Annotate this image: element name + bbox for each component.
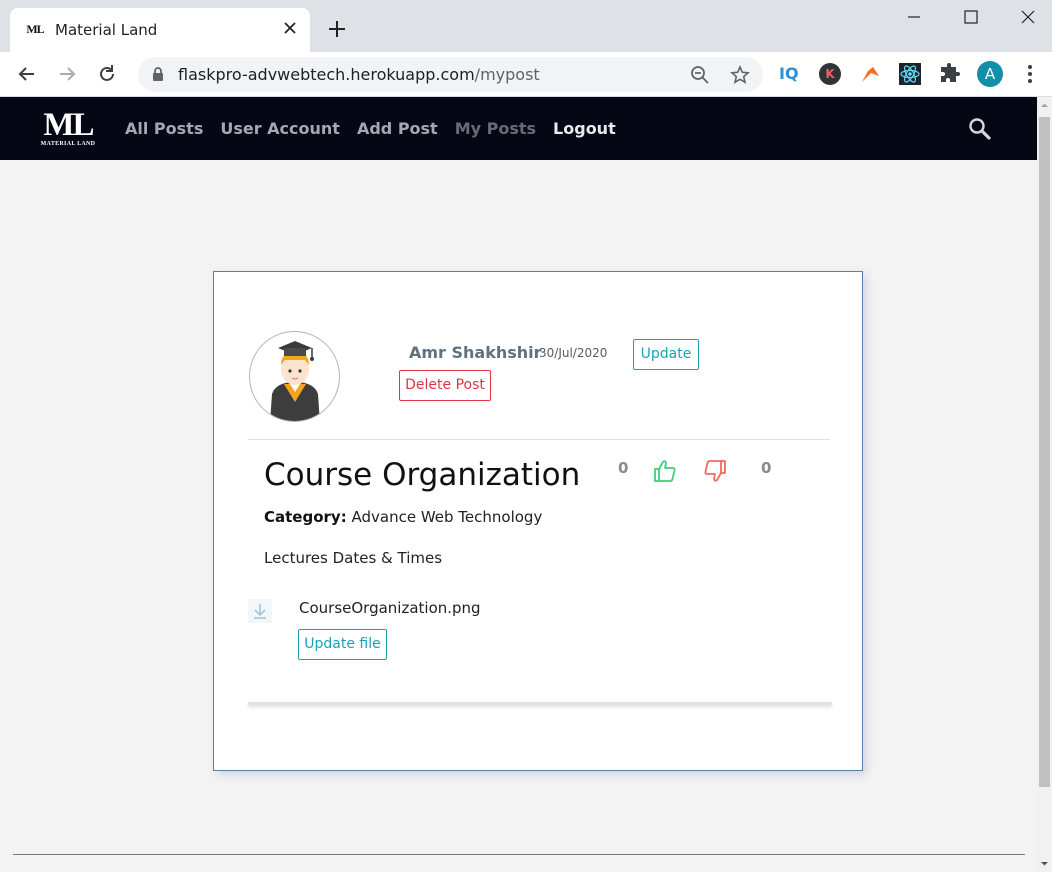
minimize-icon[interactable] <box>903 6 925 28</box>
dislike-count: 0 <box>761 459 772 477</box>
author-avatar <box>249 331 340 422</box>
post-category: Category: Advance Web Technology <box>264 508 542 526</box>
nav-all-posts[interactable]: All Posts <box>125 119 203 138</box>
thumbs-down-icon[interactable] <box>702 458 728 484</box>
address-bar[interactable]: flaskpro-advwebtech.herokuapp.com/mypost <box>138 57 763 92</box>
post-title: Course Organization <box>264 457 581 493</box>
post-author[interactable]: Amr Shakhshir <box>409 343 542 362</box>
graduate-avatar-icon <box>270 341 320 421</box>
post-description: Lectures Dates & Times <box>264 549 443 567</box>
browser-toolbar: flaskpro-advwebtech.herokuapp.com/mypost… <box>0 52 1052 97</box>
category-label: Category: <box>264 508 347 526</box>
logo-sub-text: MATERIAL LAND <box>40 141 96 147</box>
lock-icon <box>153 67 163 81</box>
site-favicon-icon: ML <box>26 22 44 36</box>
postman-extension-icon[interactable] <box>859 62 883 86</box>
card-bottom-divider <box>248 702 832 705</box>
site-navbar: ML MATERIAL LAND All Posts User Account … <box>0 97 1037 160</box>
post-date: 30/Jul/2020 <box>539 346 608 360</box>
search-icon[interactable] <box>968 117 992 141</box>
scroll-up-icon[interactable] <box>1040 101 1049 110</box>
nav-links: All Posts User Account Add Post My Posts… <box>125 119 616 138</box>
k-extension-icon[interactable]: K <box>819 63 841 85</box>
bookmark-star-icon[interactable] <box>730 65 750 85</box>
profile-avatar[interactable]: A <box>977 61 1003 87</box>
post-card: Amr Shakhshir 30/Jul/2020 Update Delete … <box>213 271 863 771</box>
maximize-icon[interactable] <box>960 6 982 28</box>
category-value: Advance Web Technology <box>351 508 543 526</box>
logo-main-text: ML <box>43 107 94 143</box>
site-logo[interactable]: ML MATERIAL LAND <box>37 107 99 150</box>
url-text: flaskpro-advwebtech.herokuapp.com/mypost <box>178 65 540 84</box>
nav-user-account[interactable]: User Account <box>220 119 340 138</box>
url-path: /mypost <box>474 65 540 84</box>
page-scrollbar[interactable] <box>1037 97 1052 872</box>
scroll-down-icon[interactable] <box>1040 859 1049 868</box>
tab-title: Material Land <box>55 21 158 39</box>
update-post-button[interactable]: Update <box>633 339 699 370</box>
close-window-icon[interactable] <box>1017 6 1039 28</box>
thumbs-up-icon[interactable] <box>652 458 678 484</box>
close-tab-icon[interactable] <box>282 20 298 36</box>
back-icon[interactable] <box>16 63 38 85</box>
zoom-icon[interactable] <box>690 65 710 85</box>
attachment-filename[interactable]: CourseOrganization.png <box>299 599 481 617</box>
page-footer-rule <box>13 854 1025 855</box>
browser-tab[interactable]: ML Material Land <box>10 8 310 52</box>
extensions-puzzle-icon[interactable] <box>938 62 962 86</box>
browser-menu-icon[interactable] <box>1018 62 1042 86</box>
react-devtools-icon[interactable] <box>898 62 922 86</box>
download-icon[interactable] <box>248 599 272 623</box>
scrollbar-thumb[interactable] <box>1039 117 1050 787</box>
browser-tabstrip: ML Material Land <box>0 0 1052 52</box>
nav-logout[interactable]: Logout <box>553 119 616 138</box>
new-tab-icon[interactable] <box>326 18 348 40</box>
url-host: flaskpro-advwebtech.herokuapp.com <box>178 65 475 84</box>
card-divider <box>248 439 830 440</box>
delete-post-button[interactable]: Delete Post <box>399 370 491 401</box>
like-count: 0 <box>618 459 629 477</box>
forward-icon[interactable] <box>56 63 78 85</box>
iq-extension-icon[interactable]: IQ <box>779 62 803 86</box>
update-file-button[interactable]: Update file <box>298 629 387 660</box>
nav-add-post[interactable]: Add Post <box>357 119 438 138</box>
reload-icon[interactable] <box>96 63 118 85</box>
nav-my-posts[interactable]: My Posts <box>455 119 536 138</box>
